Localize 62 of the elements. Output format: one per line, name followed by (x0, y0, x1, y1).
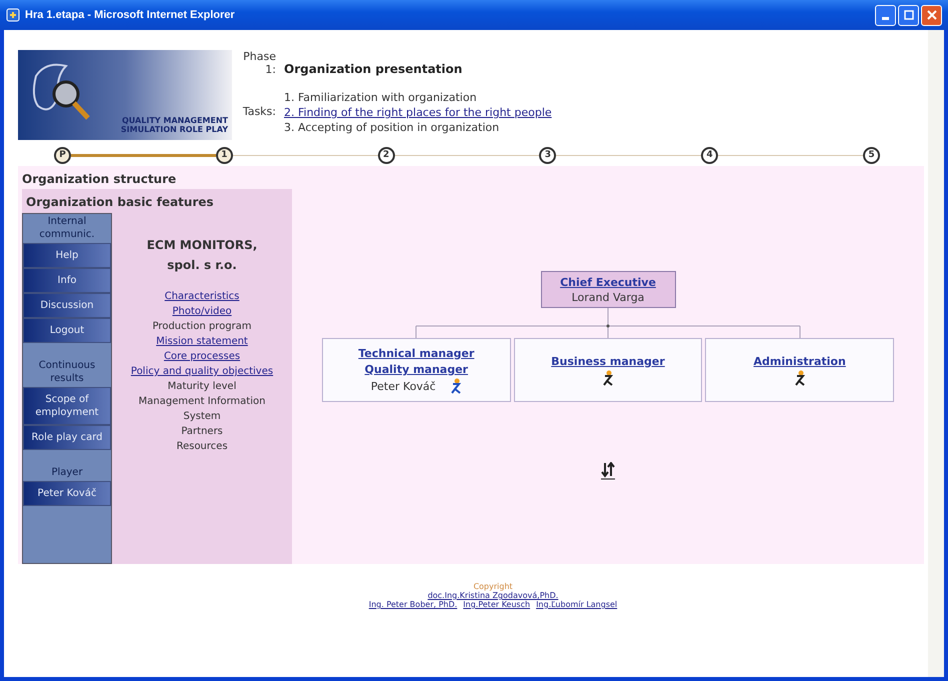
maximize-button[interactable] (898, 4, 919, 26)
scrollbar[interactable] (928, 30, 944, 677)
position-link[interactable]: Business manager (551, 354, 665, 370)
step-marker[interactable]: 1 (216, 146, 233, 164)
author-link[interactable]: doc.Ing.Kristina Zgodavová,PhD. (428, 591, 558, 600)
feature-text: Production program (152, 320, 252, 334)
feature-text: Management Information System (138, 395, 266, 424)
copyright-text: Copyright (473, 582, 513, 591)
position-link[interactable]: Quality manager (364, 362, 468, 378)
author-link[interactable]: Ing. Peter Bober, PhD. (368, 600, 458, 609)
task-text: 3. Accepting of position in organization (284, 120, 500, 135)
maximize-icon (904, 10, 914, 20)
person-name: Peter Kováč (370, 380, 436, 392)
nav-button[interactable]: Peter Kováč (23, 481, 111, 506)
logo-text: QUALITY MANAGEMENT (122, 116, 228, 125)
nav-button[interactable]: Logout (23, 318, 111, 343)
nav-button[interactable]: Scope of employment (23, 387, 111, 425)
feature-link[interactable]: Photo/video (172, 304, 232, 319)
phase-label: Phase 1: (242, 50, 276, 76)
nav-heading: Continuous results (38, 359, 96, 386)
nav-button[interactable]: Info (23, 268, 111, 293)
step-marker[interactable]: 4 (701, 146, 718, 164)
nav-button[interactable]: Help (23, 243, 111, 268)
close-icon (926, 10, 936, 20)
nav-heading: Player (50, 466, 84, 480)
swap-arrows-icon[interactable] (601, 462, 615, 480)
section-title: Organization structure (21, 171, 178, 188)
person-name: Lorand Varga (572, 291, 644, 304)
phase-title: Organization presentation (284, 62, 464, 76)
nav-heading: Internal communic. (38, 215, 96, 242)
position-link[interactable]: Administration (754, 354, 846, 370)
nav-button[interactable]: Role play card (23, 425, 111, 450)
logo-text: SIMULATION ROLE PLAY (120, 125, 228, 134)
step-marker[interactable]: 3 (539, 146, 556, 164)
author-link[interactable]: Ing.Peter Keusch (463, 600, 530, 609)
feature-text: Maturity level (168, 380, 236, 394)
person-icon (602, 370, 614, 386)
position-link[interactable]: Technical manager (358, 346, 474, 362)
author-link[interactable]: Ing.Ľubomír Langsel (536, 600, 618, 609)
person-icon (450, 378, 462, 394)
feature-link[interactable]: Policy and quality objectives (130, 364, 274, 379)
feature-link[interactable]: Characteristics (164, 289, 240, 304)
task-link[interactable]: 2. Finding of the right places for the right people (284, 105, 552, 120)
window-title: Hra 1.etapa - Microsoft Internet Explorer (25, 9, 235, 21)
person-icon (794, 370, 806, 386)
position-link[interactable]: Chief Executive (560, 275, 656, 291)
feature-text: Resources (176, 440, 228, 454)
feature-text: Partners (181, 425, 223, 439)
tasks-label: Tasks: (242, 105, 276, 118)
step-marker[interactable]: 5 (862, 146, 880, 164)
nav-button[interactable]: Discussion (23, 293, 111, 318)
feature-link[interactable]: Mission statement (156, 334, 248, 349)
feature-link[interactable]: Core processes (164, 349, 240, 364)
panel-title: Organization basic features (25, 194, 215, 211)
minimize-icon (882, 16, 889, 20)
task-text: 1. Familiarization with organization (284, 90, 478, 105)
step-marker[interactable]: P (54, 146, 71, 164)
browser-icon (6, 8, 20, 22)
company-name: ECM MONITORS, spol. s r.o. (146, 237, 258, 274)
step-marker[interactable]: 2 (378, 146, 395, 164)
close-button[interactable] (921, 4, 942, 26)
minimize-button[interactable] (875, 4, 896, 26)
